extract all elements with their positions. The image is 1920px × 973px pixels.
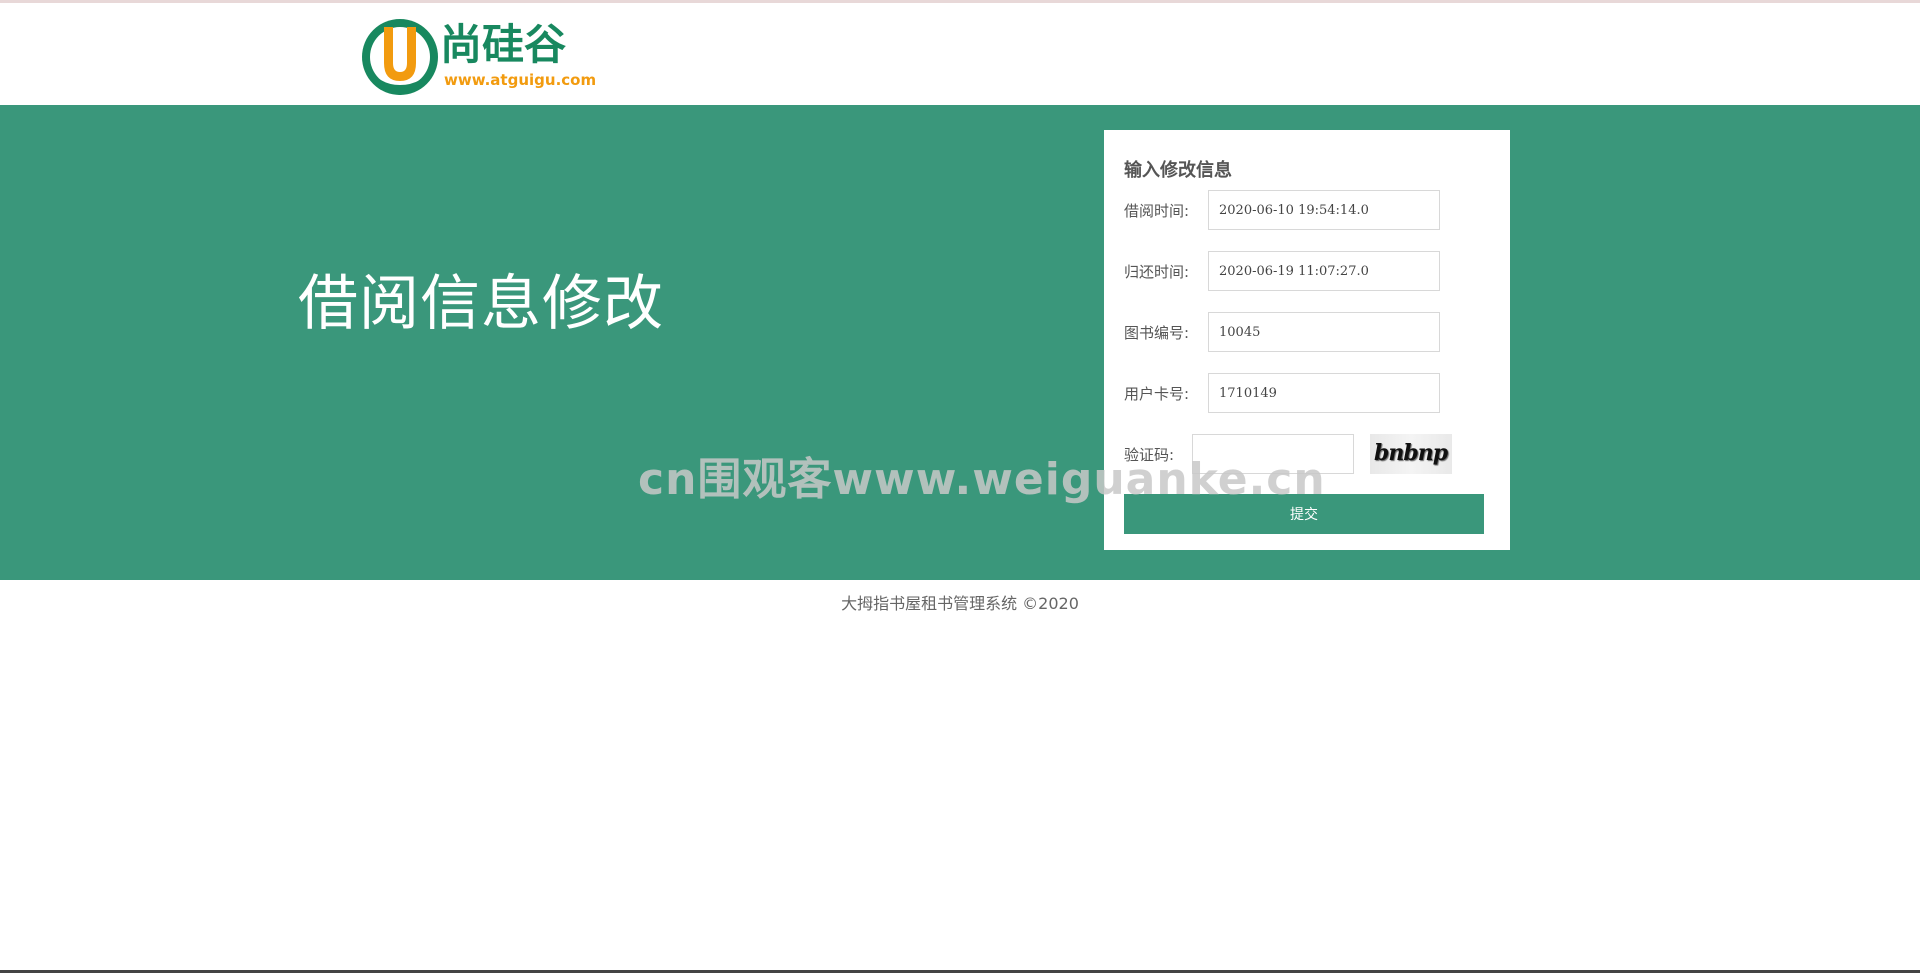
book-id-input[interactable]: [1208, 312, 1440, 352]
book-id-label: 图书编号:: [1124, 324, 1190, 342]
return-time-input[interactable]: [1208, 251, 1440, 291]
form-title: 输入修改信息: [1124, 160, 1232, 181]
atguigu-logo[interactable]: 尚硅谷 www.atguigu.com: [362, 15, 622, 99]
borrow-time-label: 借阅时间:: [1124, 202, 1190, 220]
captcha-text: bnbnp: [1374, 440, 1448, 466]
header: 尚硅谷 www.atguigu.com: [0, 3, 1920, 105]
card-no-input[interactable]: [1208, 373, 1440, 413]
logo-wordmark: 尚硅谷: [440, 20, 566, 69]
captcha-image[interactable]: bnbnp: [1370, 434, 1452, 474]
svg-text:www.atguigu.com: www.atguigu.com: [444, 71, 596, 89]
watermark: cn围观客www.weiguanke.cn: [638, 454, 1326, 505]
card-no-label: 用户卡号:: [1124, 385, 1190, 403]
return-time-label: 归还时间:: [1124, 263, 1190, 281]
footer: 大拇指书屋租书管理系统 ©2020: [841, 594, 1079, 613]
borrow-time-input[interactable]: [1208, 190, 1440, 230]
banner: [0, 105, 1920, 580]
page-title: 借阅信息修改: [298, 269, 664, 339]
